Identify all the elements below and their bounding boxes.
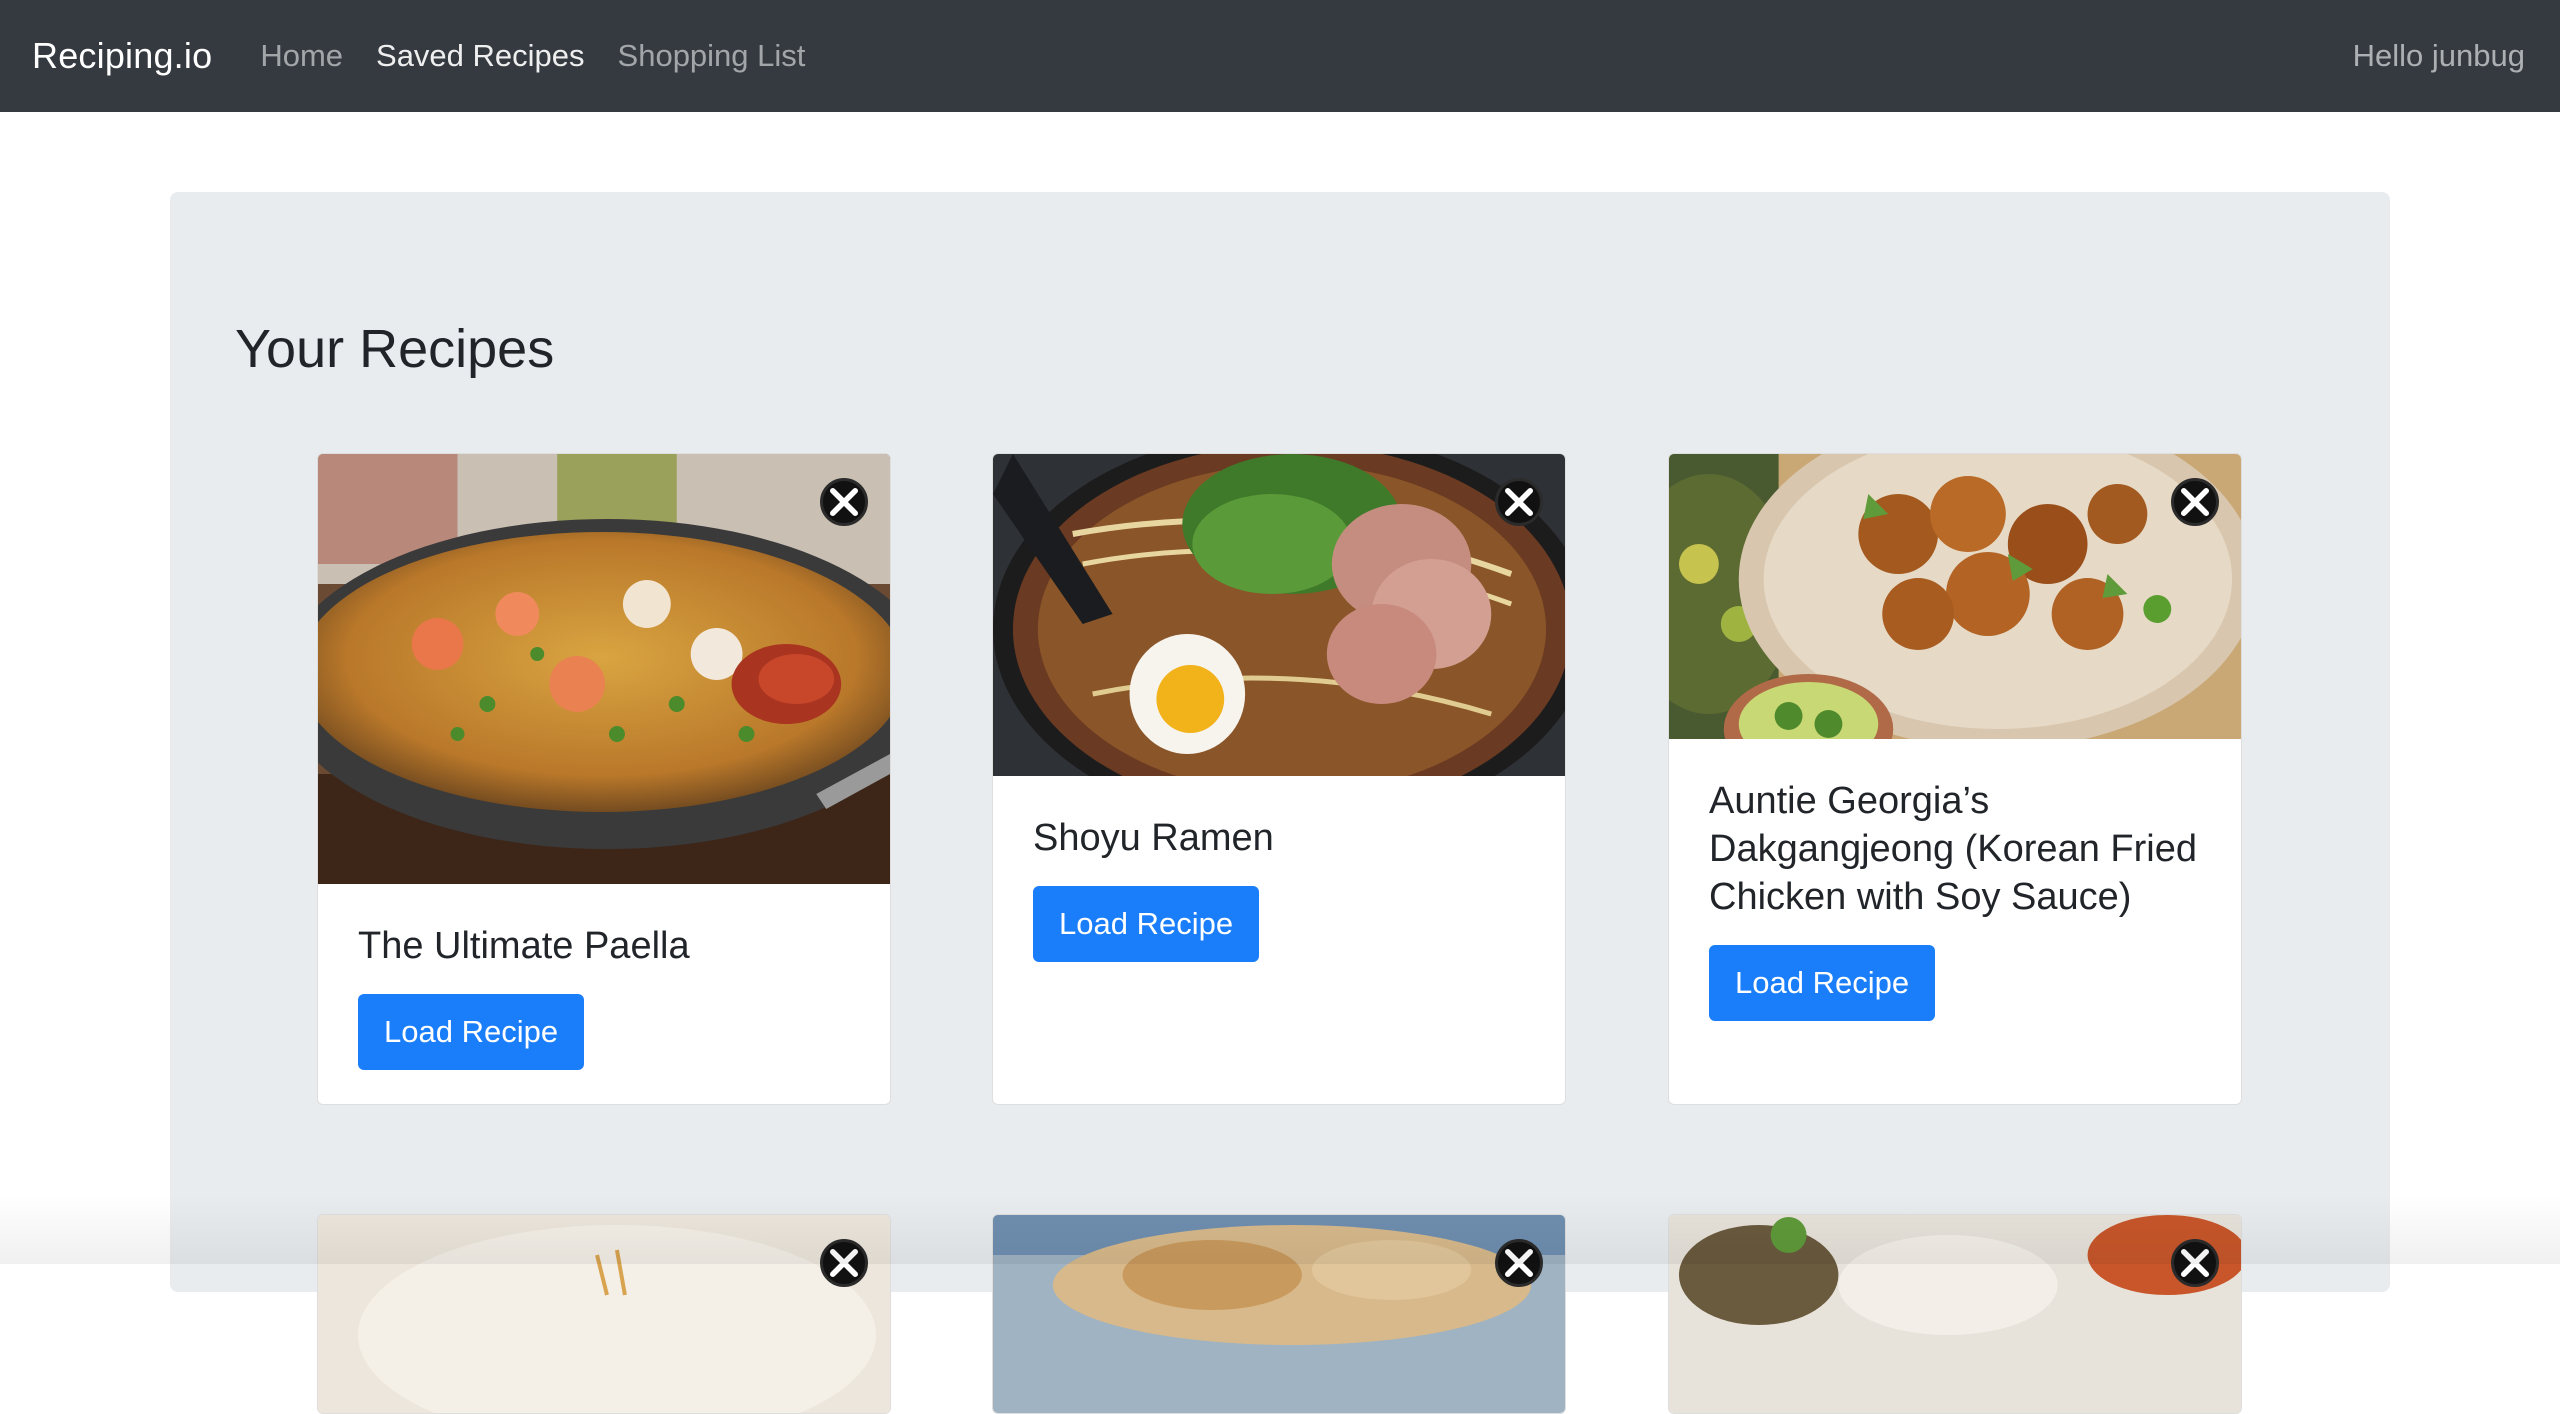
nav-saved-recipes[interactable]: Saved Recipes [376,38,585,74]
close-icon [823,481,865,523]
recipe-card: Auntie Georgia’s Dakgangjeong (Korean Fr… [1668,453,2242,1105]
recipe-title: Shoyu Ramen [1033,814,1525,862]
card-body: Auntie Georgia’s Dakgangjeong (Korean Fr… [1669,739,2241,1061]
nav-shopping-list[interactable]: Shopping List [618,38,806,74]
paella-photo [318,454,890,884]
recipe-card: Shoyu Ramen Load Recipe [992,453,1566,1105]
close-icon [1498,481,1540,523]
load-recipe-button[interactable]: Load Recipe [358,994,584,1070]
recipe-image [993,1215,1565,1414]
recipe-card [317,1214,891,1414]
load-recipe-button[interactable]: Load Recipe [1033,886,1259,962]
recipe-card [1668,1214,2242,1414]
card-body: The Ultimate Paella Load Recipe [318,884,890,1105]
recipe-image [318,454,890,884]
remove-recipe-button[interactable] [2171,478,2219,526]
recipe-title: The Ultimate Paella [358,922,850,970]
recipe-card [992,1214,1566,1414]
ramen-photo [993,454,1565,776]
recipes-panel: Your Recipes [170,192,2390,1292]
recipe-image [1669,1215,2241,1414]
nav-home[interactable]: Home [260,38,343,74]
remove-recipe-button[interactable] [2171,1239,2219,1287]
recipe-photo [318,1215,890,1414]
user-greeting[interactable]: Hello junbug [2353,38,2525,74]
remove-recipe-button[interactable] [820,478,868,526]
fried-chicken-photo [1669,454,2241,739]
remove-recipe-button[interactable] [1495,1239,1543,1287]
remove-recipe-button[interactable] [1495,478,1543,526]
recipe-title: Auntie Georgia’s Dakgangjeong (Korean Fr… [1709,777,2201,921]
close-icon [1498,1242,1540,1284]
load-recipe-button[interactable]: Load Recipe [1709,945,1935,1021]
close-icon [2174,481,2216,523]
recipe-photo [1669,1215,2241,1414]
recipe-card: The Ultimate Paella Load Recipe [317,453,891,1105]
recipe-image [1669,454,2241,739]
recipe-photo [993,1215,1565,1414]
card-body: Shoyu Ramen Load Recipe [993,776,1565,1002]
page-title: Your Recipes [235,318,554,380]
remove-recipe-button[interactable] [820,1239,868,1287]
brand-logo[interactable]: Reciping.io [32,35,212,77]
close-icon [823,1242,865,1284]
recipe-image [318,1215,890,1414]
navbar: Reciping.io Home Saved Recipes Shopping … [0,0,2560,112]
recipe-image [993,454,1565,776]
close-icon [2174,1242,2216,1284]
